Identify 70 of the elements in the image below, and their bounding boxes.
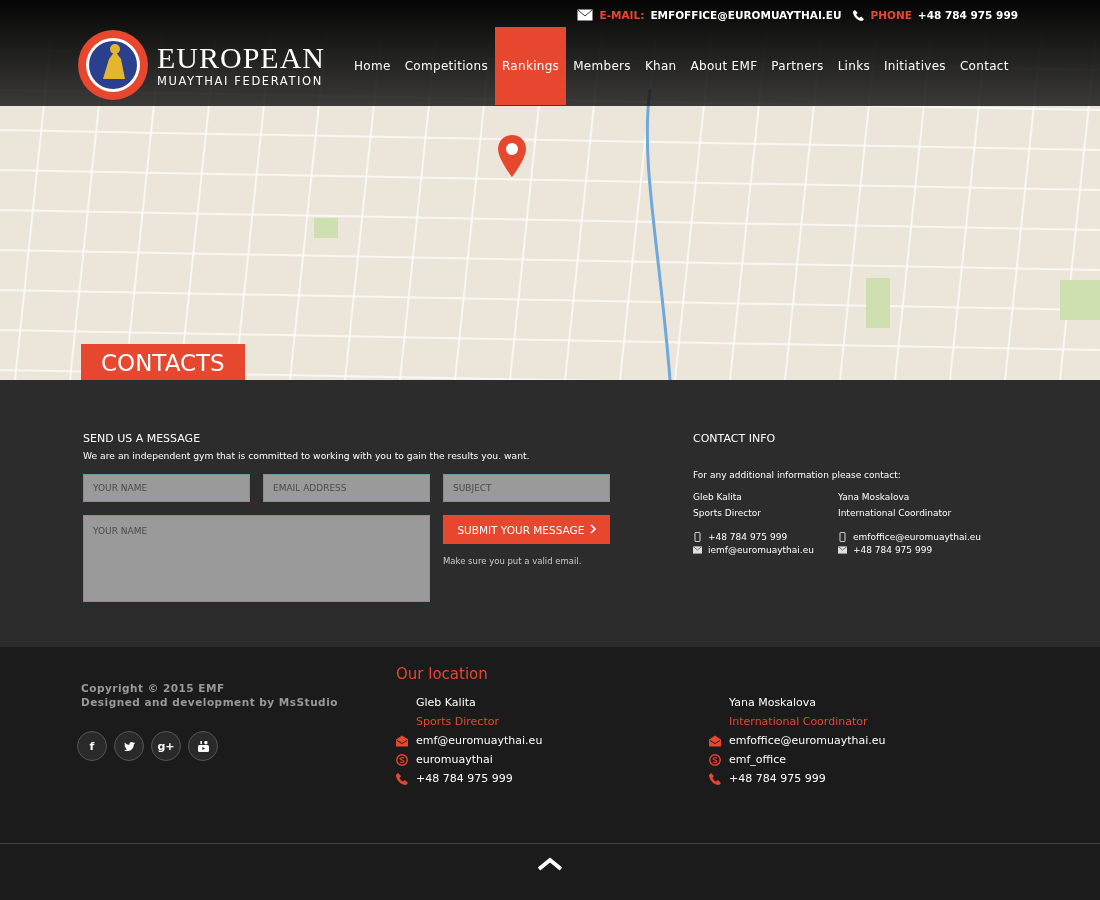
person-role: International Coordinator [729, 714, 869, 730]
logo-emblem-drawing [77, 29, 149, 101]
phone-number: +48 784 975 999 [917, 9, 1018, 21]
phone-icon [709, 772, 721, 785]
envelope-icon [838, 545, 847, 555]
contact-role: Sports Director [693, 508, 762, 518]
page-title: CONTACTS [81, 344, 245, 380]
contact-detail: emfoffice@euromuaythai.eu [853, 532, 982, 542]
nav-link[interactable]: Partners [764, 27, 831, 105]
phone-label: PHONE [870, 9, 912, 21]
contact-name: Yana Moskalova [838, 492, 911, 502]
envelope-icon [577, 9, 594, 21]
envelope-icon [709, 734, 721, 747]
twitter-link[interactable] [114, 731, 144, 761]
nav-link[interactable]: Home [347, 27, 398, 105]
nav-link[interactable]: Rankings [494, 27, 567, 105]
person-name: Yana Moskalova [729, 695, 818, 711]
person-name: Gleb Kalita [416, 695, 477, 711]
youtube-link[interactable] [188, 731, 218, 761]
envelope-icon [396, 734, 408, 747]
nav-link[interactable]: Links [830, 27, 877, 105]
location-title: Our location [396, 665, 489, 683]
email-address: EMFOFFICE@EUROMUAYTHAI.EU [650, 9, 842, 21]
nav-link[interactable]: Competitions [397, 27, 495, 105]
copyright-text: Copyright © 2015 EMF [81, 681, 226, 695]
chevron-up-icon[interactable] [537, 857, 563, 871]
video-play-icon [197, 740, 209, 752]
input-field[interactable]: SUBJECT [443, 474, 610, 502]
nav-link[interactable]: Members [566, 27, 638, 105]
map-pin-icon [498, 135, 526, 177]
mobile-phone-icon [693, 532, 702, 542]
google-plus-link[interactable]: g+ [151, 731, 181, 761]
credits-text: Designed and development by MsStudio [81, 695, 339, 709]
bird-icon [123, 740, 135, 752]
skype-icon [396, 753, 408, 766]
person-detail: +48 784 975 999 [416, 771, 513, 787]
envelope-icon [693, 545, 702, 555]
chevron-right-icon [589, 523, 596, 534]
nav-link[interactable]: About EMF [683, 27, 765, 105]
input-field[interactable]: YOUR NAME [83, 474, 250, 502]
person-detail: emf@euromuaythai.eu [416, 733, 543, 749]
contact-info-title: CONTACT INFO [693, 432, 777, 445]
nav-link[interactable]: Khan [637, 27, 684, 105]
logo-subtitle: MUAYTHAI FEDERATION [157, 74, 324, 88]
person-detail: euromuaythai [416, 752, 493, 768]
form-note: Make sure you put a valid email. [443, 556, 583, 566]
skype-icon [709, 753, 721, 766]
submit-button[interactable]: SUBMIT YOUR MESSAGE [443, 515, 610, 544]
person-detail: +48 784 975 999 [729, 771, 826, 787]
phone-icon [853, 9, 865, 21]
message-field[interactable]: YOUR NAME [83, 515, 430, 602]
email-label: E-MAIL: [599, 9, 645, 21]
mobile-phone-icon [838, 532, 847, 542]
input-field[interactable]: EMAIL ADDRESS [263, 474, 430, 502]
form-title: SEND US A MESSAGE [83, 432, 202, 445]
nav-link[interactable]: Contact [952, 27, 1016, 105]
phone-icon [396, 772, 408, 785]
contact-detail: +48 784 975 999 [708, 532, 788, 542]
person-detail: emf_office [729, 752, 787, 768]
contact-detail: iemf@euromuaythai.eu [708, 545, 814, 555]
form-intro: We are an independent gym that is committed to working with you to gain the results you. want. [83, 450, 531, 461]
person-role: Sports Director [416, 714, 500, 730]
contact-info-intro: For any additional information please contact: [693, 470, 902, 480]
contact-name: Gleb Kalita [693, 492, 743, 502]
contact-detail: +48 784 975 999 [853, 545, 933, 555]
logo-title: EUROPEAN [157, 42, 325, 74]
person-detail: emfoffice@euromuaythai.eu [729, 733, 886, 749]
nav-link[interactable]: Initiatives [876, 27, 953, 105]
facebook-link[interactable]: f [77, 731, 107, 761]
contact-role: International Coordinator [838, 508, 953, 518]
